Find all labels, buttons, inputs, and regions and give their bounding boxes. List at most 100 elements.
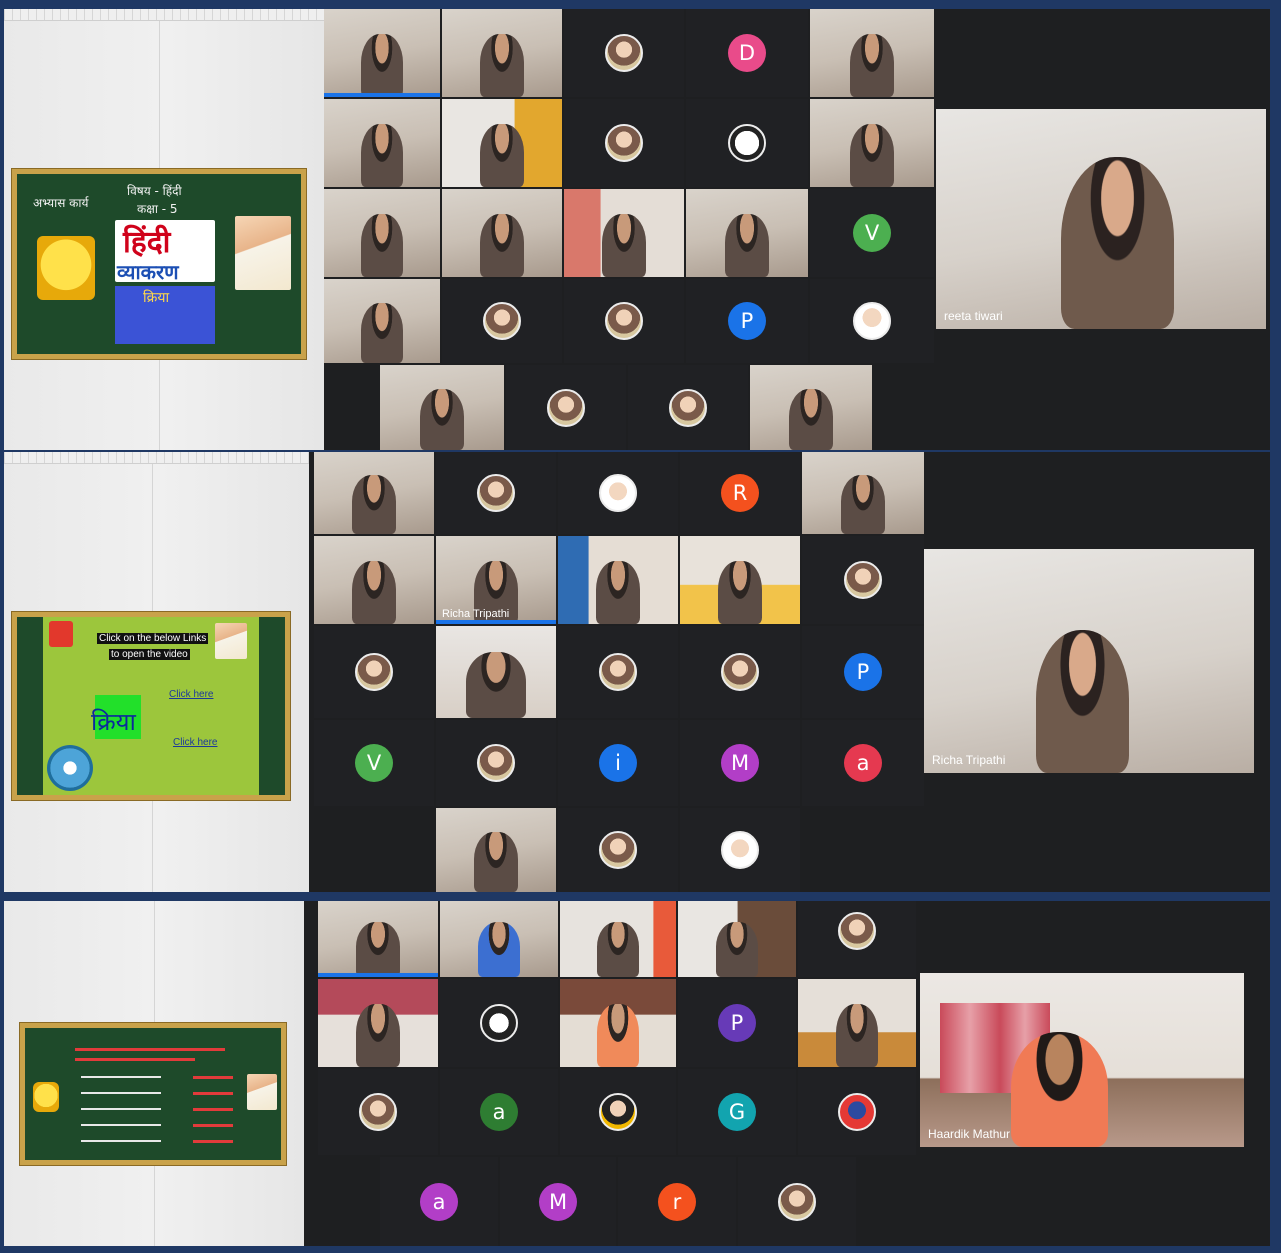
participant-tile[interactable] (324, 279, 440, 363)
participant-video (466, 651, 526, 718)
participant-tile[interactable] (442, 9, 562, 97)
participant-tile[interactable]: P (686, 279, 808, 363)
participant-tile[interactable] (560, 979, 676, 1067)
participant-tile[interactable] (440, 901, 558, 977)
slide-text: विषय - हिंदी (127, 184, 182, 198)
participant-tile[interactable] (564, 279, 684, 363)
participant-tile[interactable] (314, 452, 434, 534)
speaker-video (1010, 1032, 1108, 1147)
participant-tile[interactable] (810, 279, 934, 363)
slide-ruler (4, 452, 309, 464)
participant-tile[interactable] (318, 901, 438, 977)
participant-tile[interactable] (436, 626, 556, 718)
participant-tile[interactable] (798, 979, 916, 1067)
participant-tile[interactable] (442, 189, 562, 277)
participant-video (352, 560, 396, 624)
participant-tile[interactable] (564, 99, 684, 187)
participant-tile[interactable] (802, 536, 924, 624)
participant-tile[interactable] (436, 452, 556, 534)
participant-tile[interactable] (442, 99, 562, 187)
avatar: P (844, 653, 882, 691)
participant-tile[interactable]: r (618, 1157, 736, 1246)
participant-video (835, 1003, 879, 1067)
participant-tile[interactable] (318, 979, 438, 1067)
participant-tile[interactable] (628, 365, 748, 450)
participant-tile[interactable] (564, 189, 684, 277)
participant-tile[interactable]: M (680, 720, 800, 806)
participant-tile[interactable] (380, 365, 504, 450)
participant-tile[interactable]: Richa Tripathi (436, 536, 556, 624)
participant-tile[interactable] (324, 9, 440, 97)
participant-tile[interactable] (558, 808, 678, 892)
participant-tile[interactable] (506, 365, 626, 450)
avatar: R (721, 474, 759, 512)
participant-tile[interactable] (810, 9, 934, 97)
participant-tile[interactable]: R (680, 452, 800, 534)
participant-tile[interactable]: G (678, 1069, 796, 1155)
slide-instruction: Click on the below Links (97, 633, 209, 644)
participant-tile[interactable]: a (440, 1069, 558, 1155)
participant-video (361, 123, 403, 187)
shared-screen (4, 901, 304, 1246)
participant-tile[interactable] (436, 808, 556, 892)
participant-tile[interactable] (440, 979, 558, 1067)
board-edge-left (17, 617, 43, 795)
participant-tile[interactable]: P (802, 626, 924, 718)
participant-tile[interactable]: i (558, 720, 678, 806)
participant-tile[interactable] (686, 99, 808, 187)
avatar: a (844, 744, 882, 782)
participant-tile[interactable] (802, 452, 924, 534)
participant-tile[interactable] (318, 1069, 438, 1155)
featured-speaker-video[interactable]: Richa Tripathi (924, 549, 1254, 773)
participant-tile[interactable] (680, 626, 800, 718)
speaker-video (1061, 157, 1174, 329)
speaker-name: Haardik Mathur (928, 1127, 1011, 1141)
participant-tile[interactable] (810, 99, 934, 187)
participant-tile[interactable]: V (314, 720, 434, 806)
speaker-video (1036, 629, 1129, 773)
participant-tile[interactable] (442, 279, 562, 363)
participant-tile[interactable] (558, 536, 678, 624)
participant-tile[interactable] (324, 189, 440, 277)
participant-tile[interactable] (738, 1157, 856, 1246)
participant-tile[interactable]: P (678, 979, 796, 1067)
participant-tile[interactable]: V (810, 189, 934, 277)
participant-tile[interactable] (750, 365, 872, 450)
featured-speaker-video[interactable]: reeta tiwari (936, 109, 1266, 329)
participant-tile[interactable] (436, 720, 556, 806)
participant-tile[interactable] (560, 901, 676, 977)
participant-video (715, 922, 759, 977)
slide-text-line (193, 1124, 233, 1127)
participant-tile[interactable] (564, 9, 684, 97)
slide-text-line (193, 1076, 233, 1079)
video-link[interactable]: Click here (169, 689, 213, 700)
participant-tile[interactable] (314, 536, 434, 624)
participant-tile[interactable] (798, 1069, 916, 1155)
participant-tile[interactable] (686, 189, 808, 277)
participant-tile[interactable] (324, 99, 440, 187)
participant-name: Richa Tripathi (442, 608, 510, 620)
video-link[interactable]: Click here (173, 737, 217, 748)
participant-tile[interactable] (558, 452, 678, 534)
participant-tile[interactable] (314, 626, 434, 718)
participant-tile[interactable] (560, 1069, 676, 1155)
featured-speaker-video[interactable]: Haardik Mathur (920, 973, 1244, 1147)
slide-text-line (193, 1092, 233, 1095)
participant-tile[interactable] (680, 808, 800, 892)
participant-tile[interactable] (680, 536, 800, 624)
slide-text-line (193, 1108, 233, 1111)
participant-tile[interactable]: a (380, 1157, 498, 1246)
avatar (778, 1182, 816, 1221)
participant-tile[interactable] (678, 901, 796, 977)
avatar (838, 912, 876, 951)
participant-tile[interactable]: D (686, 9, 808, 97)
participant-tile[interactable] (798, 901, 916, 977)
participant-video (361, 302, 403, 363)
participant-tile[interactable]: M (500, 1157, 616, 1246)
participant-tile[interactable] (558, 626, 678, 718)
avatar: P (728, 302, 766, 340)
board-edge-right (259, 617, 285, 795)
participant-tile[interactable]: a (802, 720, 924, 806)
slide-text-line (193, 1140, 233, 1143)
slide-title-card: हिंदी व्याकरण (115, 220, 215, 284)
